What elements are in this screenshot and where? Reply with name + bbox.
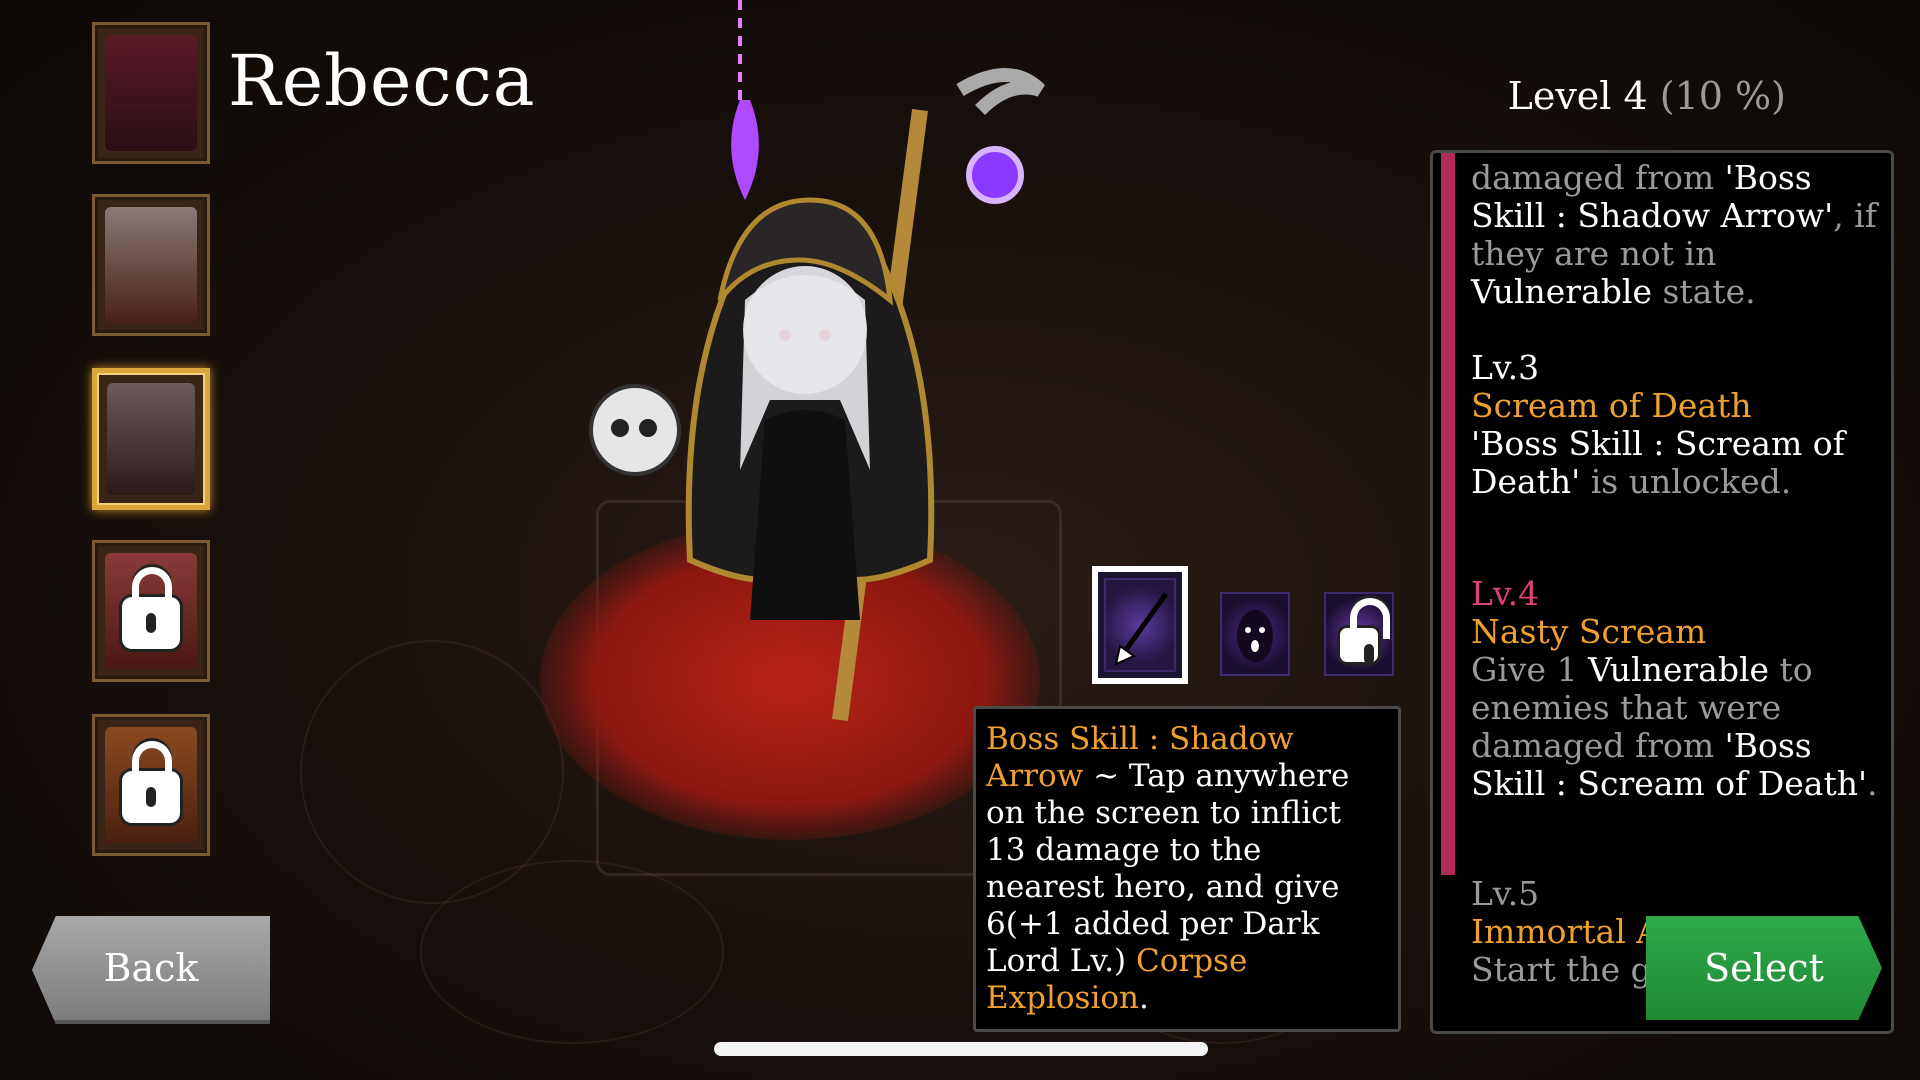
staff-crescent bbox=[956, 68, 1045, 116]
perk-text: Vulnerable bbox=[1471, 272, 1652, 311]
perk-intro: damaged from 'Boss Skill : Shadow Arrow'… bbox=[1471, 159, 1881, 311]
perk-level-label: Lv.5 bbox=[1471, 874, 1540, 913]
lock-icon bbox=[122, 741, 180, 823]
skull bbox=[589, 384, 681, 476]
hero-portrait-4-locked[interactable] bbox=[92, 540, 210, 682]
portrait-face bbox=[105, 207, 197, 323]
body bbox=[750, 410, 860, 620]
perk-text: state. bbox=[1651, 272, 1756, 311]
perk-title: Scream of Death bbox=[1471, 386, 1752, 425]
skull-eye bbox=[639, 419, 657, 437]
lock-icon bbox=[122, 567, 180, 649]
hero-portrait-1[interactable] bbox=[92, 22, 210, 164]
map-decoration bbox=[420, 860, 724, 1044]
perk-text: Give 1 bbox=[1471, 650, 1589, 689]
hero-portrait-5-locked[interactable] bbox=[92, 714, 210, 856]
level-label: Level 4 bbox=[1507, 74, 1648, 118]
perk-text: . bbox=[1867, 764, 1878, 803]
perk-text: Vulnerable bbox=[1588, 650, 1770, 689]
purple-flame bbox=[731, 100, 759, 200]
portrait-face bbox=[105, 35, 197, 151]
scream-icon bbox=[1220, 592, 1290, 676]
skill-slot-locked[interactable] bbox=[1318, 586, 1400, 682]
ghost-glyph bbox=[1237, 610, 1273, 662]
level-progress: (10 %) bbox=[1659, 74, 1786, 118]
lock-icon bbox=[1340, 598, 1390, 664]
tooltip-separator: ~ bbox=[1083, 758, 1129, 794]
perk-title: Nasty Scream bbox=[1471, 612, 1707, 651]
perk-level-label: Lv.4 bbox=[1471, 574, 1540, 613]
skill-slot-shadow-arrow[interactable] bbox=[1092, 566, 1188, 684]
perk-lv3: Lv.3 Scream of Death 'Boss Skill : Screa… bbox=[1471, 349, 1881, 501]
shadow-arrow-icon bbox=[1104, 578, 1176, 672]
arrow-glyph bbox=[1114, 592, 1169, 666]
hero-level: Level 4 (10 %) bbox=[1508, 74, 1786, 118]
portrait-face bbox=[107, 383, 195, 495]
perk-text: is unlocked. bbox=[1580, 462, 1792, 501]
perk-lv4: Lv.4 Nasty Scream Give 1 Vulnerable to e… bbox=[1471, 575, 1881, 803]
perk-text: damaged from bbox=[1471, 158, 1725, 197]
tooltip-end: . bbox=[1139, 980, 1149, 1016]
hero-portrait-2[interactable] bbox=[92, 194, 210, 336]
hero-portrait-3-selected[interactable] bbox=[92, 368, 210, 510]
select-button[interactable]: Select bbox=[1646, 916, 1882, 1020]
hero-name: Rebecca bbox=[228, 40, 536, 122]
scroll-bar[interactable] bbox=[1441, 153, 1455, 875]
perk-level-label: Lv.3 bbox=[1471, 348, 1540, 387]
hero-character-sprite bbox=[589, 0, 1045, 722]
locked-skill-icon bbox=[1324, 592, 1394, 676]
staff-orb bbox=[966, 146, 1024, 204]
home-indicator[interactable] bbox=[714, 1042, 1208, 1056]
skill-slot-scream[interactable] bbox=[1214, 586, 1296, 682]
skill-tooltip: Boss Skill : Shadow Arrow ~ Tap anywhere… bbox=[973, 706, 1401, 1032]
skull-eye bbox=[611, 419, 629, 437]
level-perks-panel[interactable]: damaged from 'Boss Skill : Shadow Arrow'… bbox=[1430, 150, 1894, 1034]
back-button[interactable]: Back bbox=[32, 916, 270, 1024]
